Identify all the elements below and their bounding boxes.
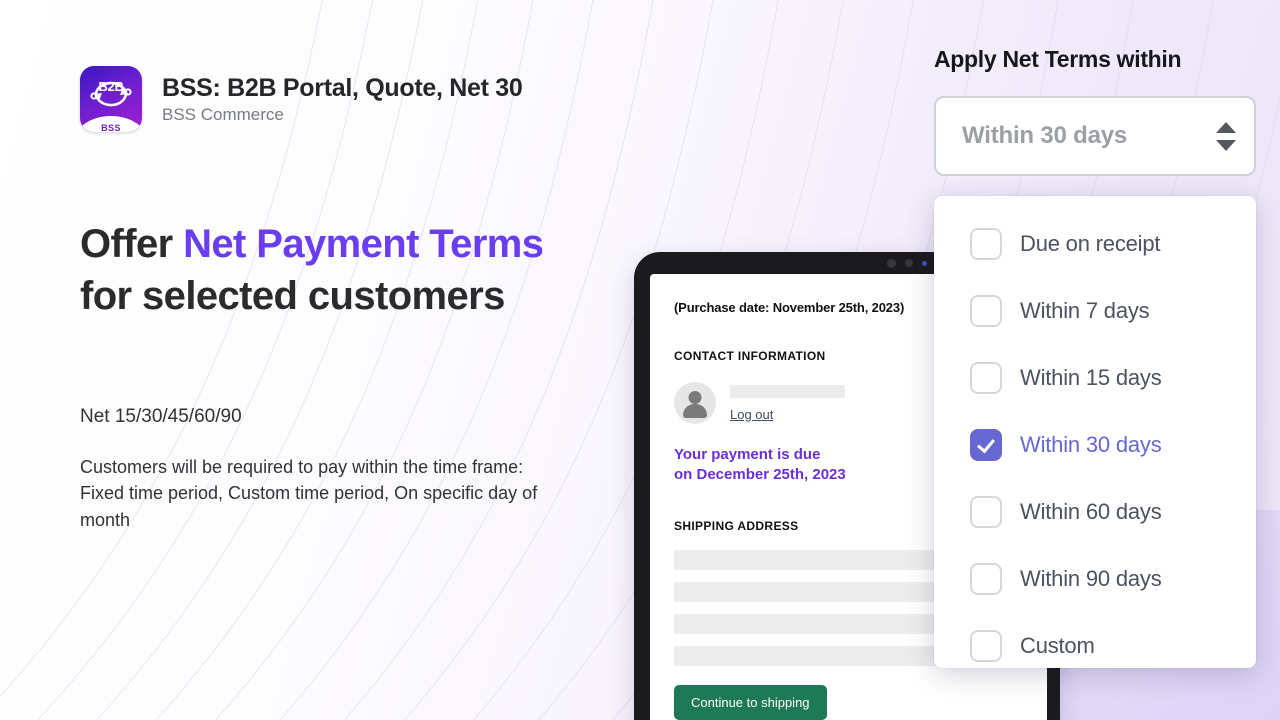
dropdown-option[interactable]: Within 15 days	[934, 344, 1256, 411]
payment-due-line-2: on December 25th, 2023	[674, 465, 846, 483]
dropdown-option[interactable]: Within 7 days	[934, 277, 1256, 344]
camera-lens-icon	[887, 258, 896, 268]
dropdown-option-label: Within 7 days	[1020, 297, 1150, 323]
dropdown-option[interactable]: Within 90 days	[934, 545, 1256, 612]
net-terms-select[interactable]: Within 30 days	[934, 96, 1256, 176]
dropdown-option[interactable]: Custom	[934, 612, 1256, 668]
sensor-led-icon	[922, 260, 927, 266]
checkmark-icon	[977, 434, 995, 453]
logo-bss-text: BSS	[101, 123, 121, 132]
app-header: B2B BSS BSS: B2B Portal, Quote, Net 30 B…	[80, 66, 523, 132]
checkbox-icon[interactable]	[970, 361, 1002, 394]
checkbox-icon[interactable]	[970, 227, 1002, 260]
checkbox-icon-checked[interactable]	[970, 428, 1002, 461]
logout-link[interactable]: Log out	[730, 407, 845, 422]
avatar-head-icon	[688, 391, 702, 404]
page-title: Offer Net Payment Terms for selected cus…	[80, 218, 550, 322]
headline-part-2: for selected customers	[80, 274, 505, 318]
headline-part-1: Offer	[80, 222, 184, 266]
checkbox-icon[interactable]	[970, 294, 1002, 327]
select-stepper[interactable]	[1198, 121, 1254, 151]
dropdown-option-selected[interactable]: Within 30 days	[934, 411, 1256, 478]
dropdown-option[interactable]: Within 60 days	[934, 478, 1256, 545]
logo-footer-band: BSS	[80, 116, 142, 132]
checkbox-icon[interactable]	[970, 629, 1002, 662]
net-terms-summary: Net 15/30/45/60/90	[80, 406, 242, 427]
triangle-down-icon[interactable]	[1216, 139, 1236, 151]
checkbox-icon[interactable]	[970, 562, 1002, 595]
dropdown-option-label: Within 30 days	[1020, 431, 1162, 457]
triangle-up-icon[interactable]	[1216, 121, 1236, 133]
net-terms-select-value: Within 30 days	[962, 122, 1128, 149]
dropdown-option[interactable]: Due on receipt	[934, 210, 1256, 277]
payment-due-line-1: Your payment is due	[674, 446, 821, 463]
app-name: BSS: B2B Portal, Quote, Net 30	[162, 73, 523, 102]
apply-net-terms-heading: Apply Net Terms within	[934, 46, 1182, 72]
camera-lens-icon	[905, 259, 913, 267]
dropdown-option-label: Due on receipt	[1020, 230, 1161, 256]
logo-b2b-text: B2B	[98, 79, 124, 94]
dropdown-option-label: Within 15 days	[1020, 364, 1162, 390]
avatar	[674, 382, 716, 424]
email-placeholder-bar	[730, 384, 845, 398]
dropdown-option-label: Within 90 days	[1020, 565, 1162, 591]
app-vendor: BSS Commerce	[162, 104, 284, 124]
continue-to-shipping-button[interactable]: Continue to shipping	[674, 684, 827, 720]
avatar-body-icon	[683, 404, 707, 418]
dropdown-option-label: Within 60 days	[1020, 498, 1162, 524]
net-terms-dropdown-list: Due on receipt Within 7 days Within 15 d…	[934, 196, 1256, 668]
hero-description: Customers will be required to pay within…	[80, 457, 538, 530]
dropdown-option-label: Custom	[1020, 632, 1095, 658]
headline-accent: Net Payment Terms	[183, 222, 544, 266]
checkbox-icon[interactable]	[970, 495, 1002, 528]
b2b-cycle-logo-icon: B2B BSS	[80, 66, 142, 132]
